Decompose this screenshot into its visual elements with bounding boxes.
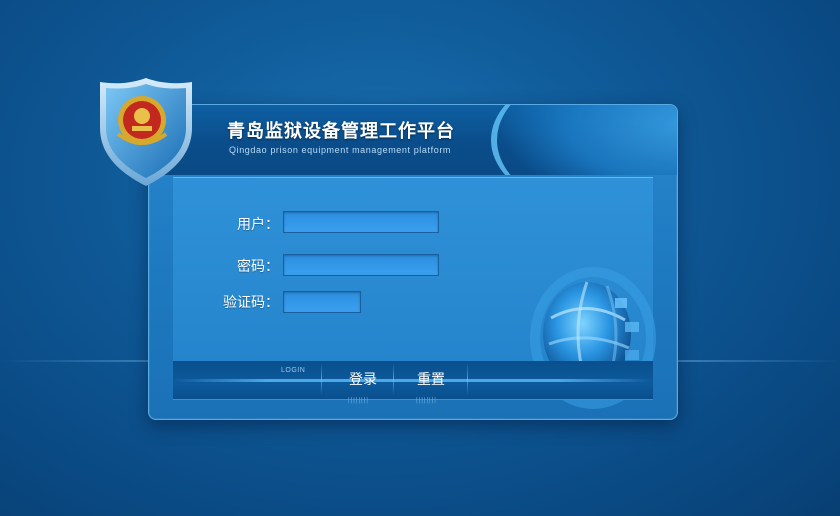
panel-header: 青岛监狱设备管理工作平台 Qingdao prison equipment ma… (149, 105, 677, 175)
username-input[interactable] (283, 211, 439, 233)
login-tag: LOGIN (281, 367, 306, 374)
app-subtitle: Qingdao prison equipment management plat… (229, 145, 452, 155)
reset-button[interactable]: 重置 (401, 369, 461, 391)
captcha-input[interactable] (283, 291, 361, 313)
password-input[interactable] (283, 254, 439, 276)
username-label: 用户： (237, 217, 279, 233)
panel-footer: LOGIN 登录 重置 |||||||| |||||||| (173, 361, 653, 404)
password-label: 密码： (237, 259, 279, 275)
app-title: 青岛监狱设备管理工作平台 (227, 121, 455, 142)
header-swoosh-decoration (491, 105, 677, 175)
footer-separator (321, 363, 322, 395)
login-panel: 青岛监狱设备管理工作平台 Qingdao prison equipment ma… (148, 104, 678, 420)
reset-button-ticks: |||||||| (415, 397, 437, 404)
login-button-ticks: |||||||| (347, 397, 369, 404)
footer-separator (393, 363, 394, 395)
captcha-label: 验证码： (223, 295, 279, 311)
login-form: 用户： 密码： 验证码： (173, 177, 656, 409)
login-button[interactable]: 登录 (333, 369, 393, 391)
police-emblem-shield-icon (100, 78, 192, 186)
footer-separator (467, 363, 468, 395)
